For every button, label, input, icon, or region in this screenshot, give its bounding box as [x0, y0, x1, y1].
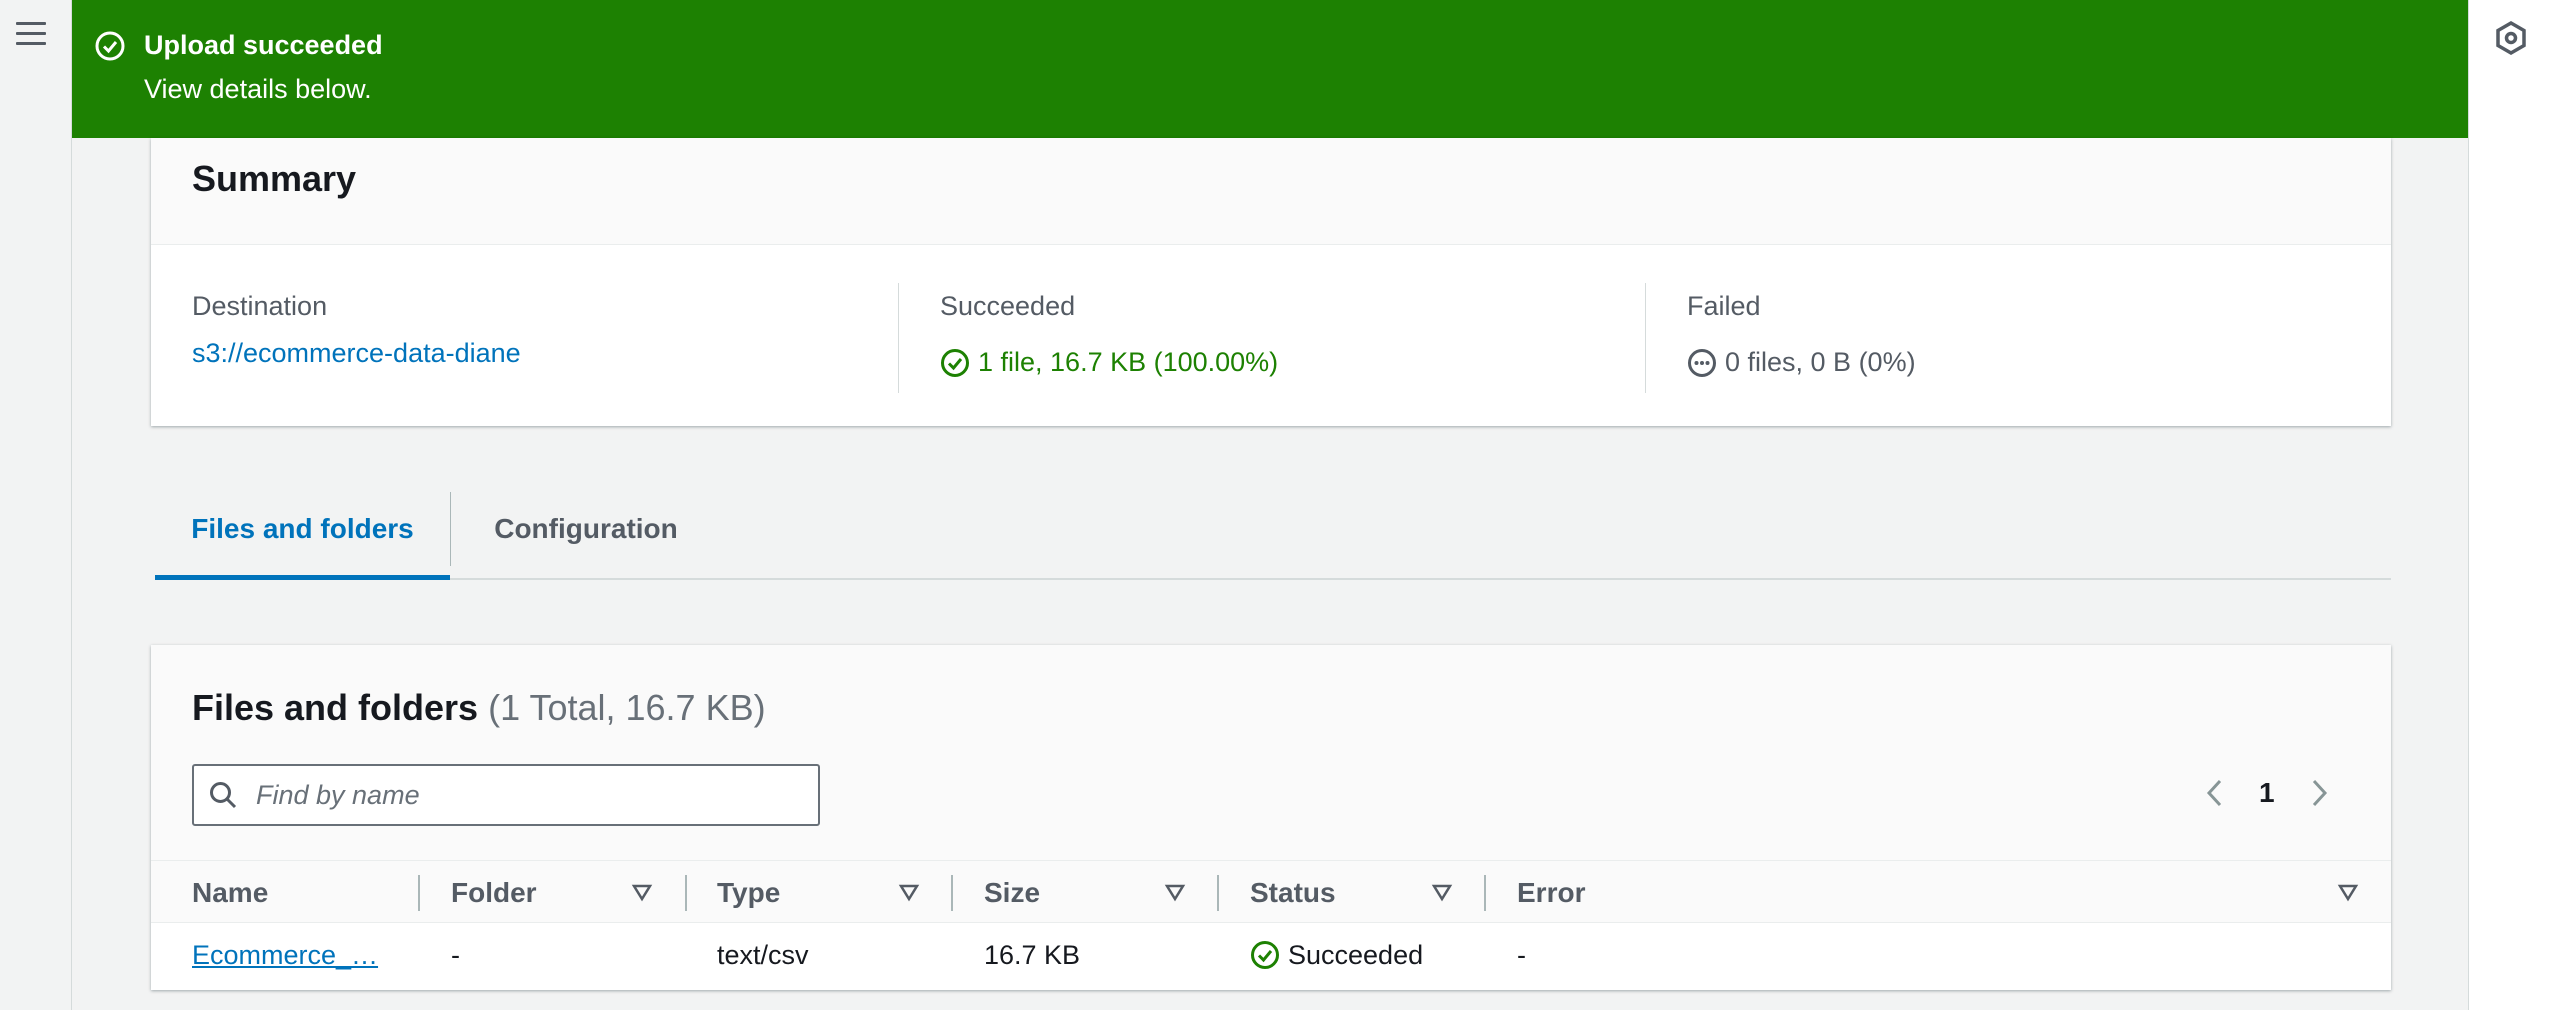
column-divider [898, 283, 899, 393]
search-input[interactable] [256, 779, 816, 811]
column-resizer[interactable] [418, 875, 420, 911]
tab-label: Files and folders [191, 513, 414, 544]
search-box[interactable] [192, 764, 820, 826]
search-icon [210, 782, 237, 809]
chevron-left-icon[interactable] [2201, 775, 2229, 811]
summary-header: Summary [151, 138, 2391, 245]
check-circle-icon [95, 31, 125, 61]
files-and-folders-card: Files and folders (1 Total, 16.7 KB) 1 N… [151, 645, 2391, 990]
column-header-folder[interactable]: Folder [451, 861, 537, 924]
table-header: Name Folder Type Size Status Error [151, 860, 2391, 923]
column-resizer[interactable] [1217, 875, 1219, 911]
failed-label: Failed [1687, 291, 1761, 321]
failed-text: 0 files, 0 B (0%) [1725, 347, 1916, 377]
summary-title: Summary [192, 158, 357, 199]
check-circle-icon [941, 348, 969, 377]
right-tools-rail [2468, 0, 2552, 1010]
tab-files-and-folders[interactable]: Files and folders [155, 480, 450, 580]
status-text: Succeeded [1288, 939, 1424, 970]
column-resizer[interactable] [1484, 875, 1486, 911]
type-cell: text/csv [717, 939, 809, 970]
check-circle-icon [1251, 941, 1279, 969]
pagination: 1 [2201, 773, 2333, 813]
sort-triangle-icon[interactable] [2337, 881, 2359, 903]
sort-triangle-icon[interactable] [631, 881, 653, 903]
active-tab-indicator [155, 575, 450, 580]
page-number[interactable]: 1 [2259, 777, 2275, 809]
files-title: Files and folders (1 Total, 16.7 KB) [192, 687, 766, 729]
column-resizer[interactable] [685, 875, 687, 911]
files-count: (1 Total, 16.7 KB) [488, 687, 766, 728]
column-header-name[interactable]: Name [192, 861, 268, 924]
files-title-text: Files and folders [192, 687, 479, 728]
summary-card: Summary Destination s3://ecommerce-data-… [151, 138, 2391, 426]
sort-triangle-icon[interactable] [1431, 881, 1453, 903]
tab-bar: Files and folders Configuration [155, 480, 2391, 580]
menu-icon[interactable] [16, 22, 46, 50]
summary-columns: Destination s3://ecommerce-data-diane Su… [151, 245, 2391, 425]
destination-label: Destination [192, 291, 328, 321]
folder-cell: - [451, 939, 460, 970]
status-cell: Succeeded [1250, 923, 1423, 987]
failed-value: 0 files, 0 B (0%) [1687, 347, 1916, 378]
succeeded-value: 1 file, 16.7 KB (100.00%) [940, 347, 1278, 378]
size-cell: 16.7 KB [984, 939, 1081, 970]
column-divider [1645, 283, 1646, 393]
tab-configuration[interactable]: Configuration [451, 480, 721, 578]
column-resizer[interactable] [951, 875, 953, 911]
succeeded-text: 1 file, 16.7 KB (100.00%) [978, 347, 1279, 377]
chevron-right-icon[interactable] [2305, 775, 2333, 811]
sort-triangle-icon[interactable] [1164, 881, 1186, 903]
upload-success-banner: Upload succeeded View details below. [72, 0, 2468, 138]
destination-value: s3://ecommerce-data-diane [192, 338, 521, 369]
sort-triangle-icon[interactable] [898, 881, 920, 903]
error-cell: - [1517, 939, 1526, 970]
column-header-size[interactable]: Size [984, 861, 1040, 924]
tab-label: Configuration [494, 513, 678, 544]
column-header-error[interactable]: Error [1517, 861, 1585, 924]
column-header-status[interactable]: Status [1250, 861, 1336, 924]
files-card-header: Files and folders (1 Total, 16.7 KB) 1 [151, 645, 2391, 860]
banner-title: Upload succeeded [144, 30, 383, 60]
destination-link[interactable]: s3://ecommerce-data-diane [192, 338, 521, 369]
succeeded-label: Succeeded [940, 291, 1076, 321]
table-row: Ecommerce_… - text/csv 16.7 KB Succeeded… [151, 923, 2391, 987]
left-navigation-rail [0, 0, 72, 1010]
settings-hexagon-icon[interactable] [2493, 20, 2529, 56]
pending-ellipsis-icon [1688, 348, 1716, 377]
column-header-type[interactable]: Type [717, 861, 780, 924]
file-name-link[interactable]: Ecommerce_… [192, 923, 378, 987]
banner-subtitle: View details below. [144, 74, 372, 104]
